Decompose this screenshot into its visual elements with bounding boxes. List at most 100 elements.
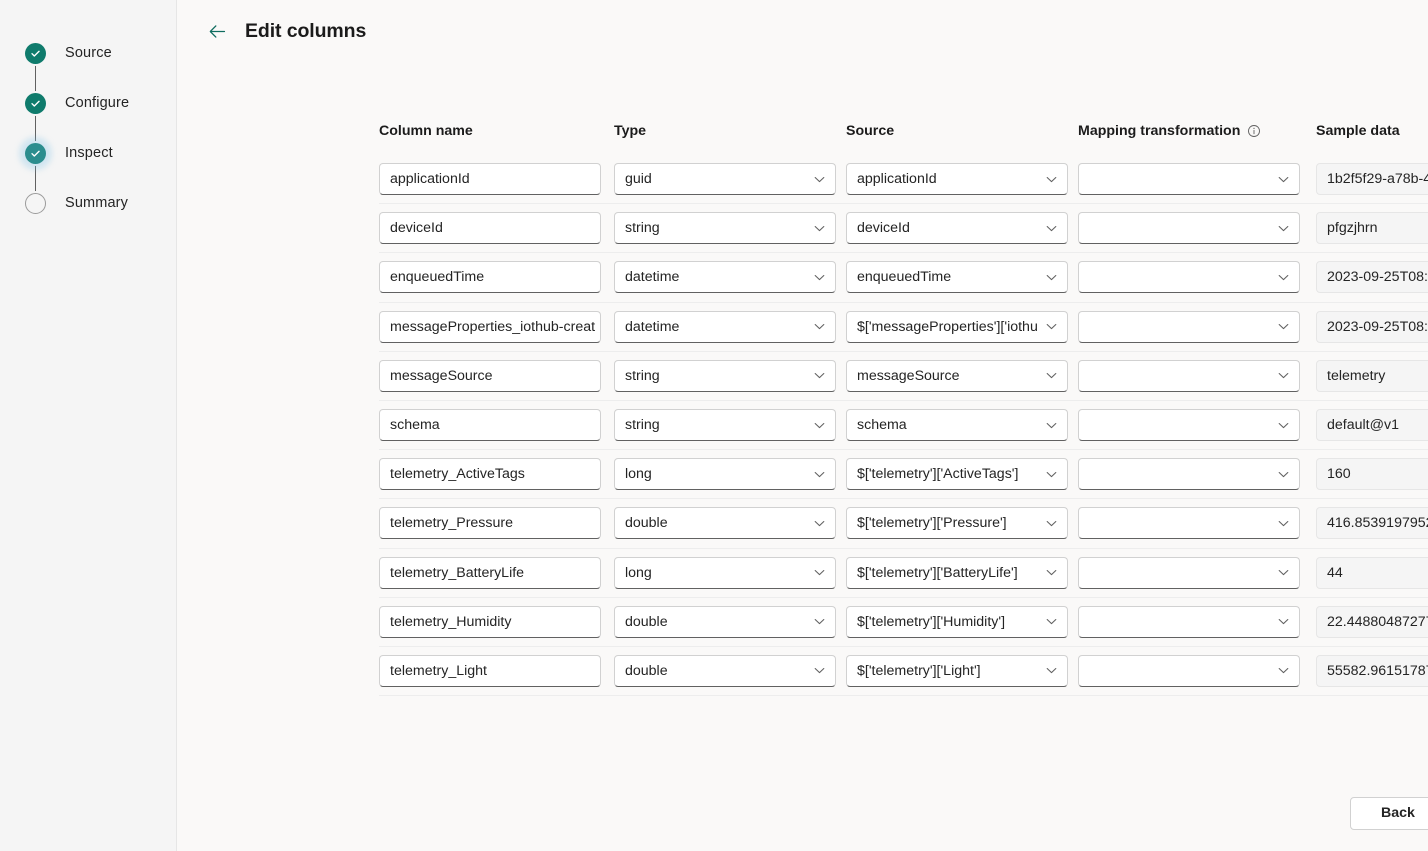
cell-type: double [614, 605, 846, 638]
sample-data-value: 2023-09-25T08:11:09.05Z [1316, 310, 1428, 343]
source-dropdown[interactable]: $['telemetry']['Light'] [846, 654, 1068, 687]
cell-sample-data: 22.44880487277228 [1316, 605, 1428, 638]
source-dropdown[interactable]: messageSource [846, 359, 1068, 392]
chevron-down-icon [814, 520, 825, 527]
cell-column-name: applicationId [379, 163, 614, 196]
type-dropdown[interactable]: double [614, 654, 836, 687]
mapping-transformation-dropdown[interactable] [1078, 310, 1300, 343]
column-name-input[interactable]: messageProperties_iothub-creat [379, 310, 601, 343]
type-dropdown[interactable]: double [614, 605, 836, 638]
type-dropdown-value: double [625, 662, 668, 679]
column-name-input[interactable]: telemetry_BatteryLife [379, 556, 601, 589]
source-dropdown-value: $['telemetry']['ActiveTags'] [857, 466, 1019, 483]
sidebar-step-summary[interactable]: Summary [0, 178, 176, 228]
step-complete-check-icon [25, 42, 46, 64]
cell-type: string [614, 409, 846, 442]
column-name-input[interactable]: telemetry_ActiveTags [379, 458, 601, 491]
chevron-down-icon [814, 373, 825, 379]
cell-column-name: telemetry_Light [379, 654, 614, 687]
cell-mapping-transformation [1078, 163, 1316, 196]
sample-data-value: 160 [1316, 458, 1428, 491]
chevron-down-icon [1278, 422, 1289, 428]
sidebar-step-label: Summary [65, 195, 129, 211]
mapping-transformation-dropdown[interactable] [1078, 507, 1300, 540]
cell-sample-data: pfgzjhrn [1316, 212, 1428, 245]
mapping-transformation-dropdown[interactable] [1078, 409, 1300, 442]
type-dropdown[interactable]: datetime [614, 261, 836, 294]
mapping-transformation-dropdown[interactable] [1078, 359, 1300, 392]
back-arrow-button[interactable] [203, 17, 231, 45]
sample-data-value: telemetry [1316, 359, 1428, 392]
chevron-down-icon [814, 422, 825, 428]
type-dropdown[interactable]: long [614, 556, 836, 589]
source-dropdown[interactable]: $['messageProperties']['iothu [846, 310, 1068, 343]
cell-sample-data: 2023-09-25T08:11:09.09Z [1316, 261, 1428, 294]
mapping-transformation-dropdown[interactable] [1078, 458, 1300, 491]
column-name-input[interactable]: messageSource [379, 359, 601, 392]
cell-source: $['telemetry']['BatteryLife'] [846, 556, 1078, 589]
type-dropdown[interactable]: datetime [614, 310, 836, 343]
source-dropdown-value: schema [857, 417, 907, 434]
mapping-transformation-dropdown[interactable] [1078, 163, 1300, 196]
source-dropdown[interactable]: deviceId [846, 212, 1068, 245]
source-dropdown[interactable]: $['telemetry']['BatteryLife'] [846, 556, 1068, 589]
column-name-input[interactable]: enqueuedTime [379, 261, 601, 294]
type-dropdown[interactable]: string [614, 359, 836, 392]
column-name-input[interactable]: telemetry_Light [379, 654, 601, 687]
type-dropdown[interactable]: double [614, 507, 836, 540]
column-name-input[interactable]: applicationId [379, 163, 601, 196]
sidebar-step-inspect[interactable]: Inspect [0, 128, 176, 178]
chevron-down-icon [1046, 570, 1057, 576]
sidebar-step-source[interactable]: Source [0, 28, 176, 78]
cell-mapping-transformation [1078, 556, 1316, 589]
sidebar-step-label: Configure [65, 95, 130, 111]
source-dropdown[interactable]: enqueuedTime [846, 261, 1068, 294]
panel-header: Edit columns [177, 0, 1428, 62]
sample-data-value: default@v1 [1316, 409, 1428, 442]
source-dropdown[interactable]: $['telemetry']['ActiveTags'] [846, 458, 1068, 491]
cell-type: string [614, 212, 846, 245]
column-header-sample: Sample data [1316, 123, 1428, 139]
mapping-transformation-dropdown[interactable] [1078, 212, 1300, 245]
sidebar-step-configure[interactable]: Configure [0, 78, 176, 128]
type-dropdown[interactable]: string [614, 212, 836, 245]
info-icon[interactable] [1247, 124, 1261, 138]
chevron-down-icon [814, 225, 825, 231]
column-name-input[interactable]: schema [379, 409, 601, 442]
type-dropdown[interactable]: string [614, 409, 836, 442]
sample-data-value: pfgzjhrn [1316, 212, 1428, 245]
grid-body: applicationId guid applicationId 1b2f5f29-a… [379, 155, 1428, 701]
cell-sample-data: 44 [1316, 556, 1428, 589]
column-name-input[interactable]: deviceId [379, 212, 601, 245]
cell-type: datetime [614, 261, 846, 294]
cell-source: enqueuedTime [846, 261, 1078, 294]
back-button[interactable]: Back [1350, 796, 1428, 830]
type-dropdown[interactable]: long [614, 458, 836, 491]
source-dropdown[interactable]: schema [846, 409, 1068, 442]
table-row: messageProperties_iothub-creat datetime $[… [379, 303, 1428, 352]
column-name-input[interactable]: telemetry_Pressure [379, 507, 601, 540]
page-title: Edit columns [245, 19, 367, 42]
source-dropdown[interactable]: $['telemetry']['Humidity'] [846, 605, 1068, 638]
mapping-transformation-dropdown[interactable] [1078, 261, 1300, 294]
chevron-down-icon [814, 668, 825, 674]
cell-column-name: schema [379, 409, 614, 442]
wizard-sidebar: Source Configure Inspect Summary [0, 0, 177, 851]
mapping-transformation-dropdown[interactable] [1078, 605, 1300, 638]
column-name-input[interactable]: telemetry_Humidity [379, 605, 601, 638]
cell-mapping-transformation [1078, 507, 1316, 540]
type-dropdown[interactable]: guid [614, 163, 836, 196]
cell-type: string [614, 359, 846, 392]
source-dropdown-value: $['telemetry']['Light'] [857, 662, 981, 679]
cell-type: guid [614, 163, 846, 196]
sample-data-value: 55582.96151787265 [1316, 654, 1428, 687]
mapping-transformation-dropdown[interactable] [1078, 556, 1300, 589]
cell-source: $['telemetry']['ActiveTags'] [846, 458, 1078, 491]
column-header-label: Type [614, 123, 647, 139]
sample-data-value: 416.85391979528436 [1316, 507, 1428, 540]
source-dropdown[interactable]: $['telemetry']['Pressure'] [846, 507, 1068, 540]
chevron-down-icon [1278, 373, 1289, 379]
source-dropdown[interactable]: applicationId [846, 163, 1068, 196]
mapping-transformation-dropdown[interactable] [1078, 654, 1300, 687]
column-header-source: Source [846, 123, 1078, 139]
